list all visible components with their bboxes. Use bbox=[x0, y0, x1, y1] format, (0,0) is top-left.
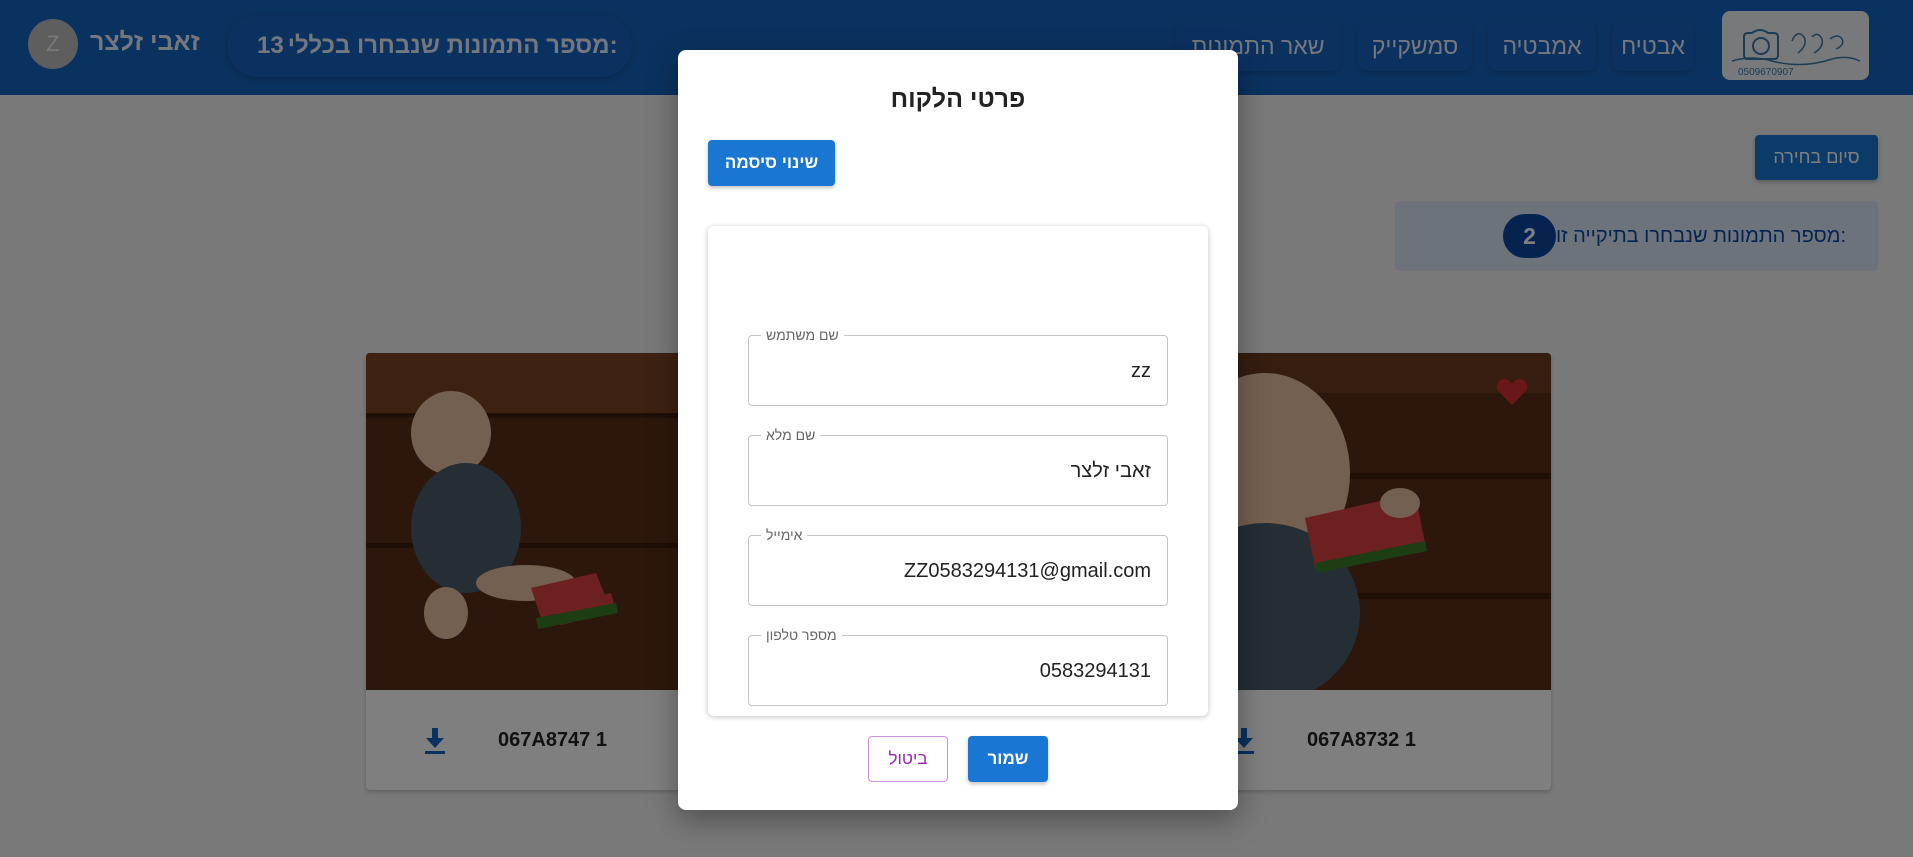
phone-field[interactable]: מספר טלפון bbox=[748, 627, 1168, 706]
full-name-field[interactable]: שם מלא bbox=[748, 427, 1168, 506]
username-input[interactable] bbox=[761, 356, 1151, 386]
cancel-button[interactable]: ביטול bbox=[868, 736, 948, 782]
username-field[interactable]: שם משתמש bbox=[748, 327, 1168, 406]
save-button[interactable]: שמור bbox=[968, 736, 1048, 782]
customer-details-dialog: פרטי הלקוח שינוי סיסמה שם משתמש שם מלא א… bbox=[678, 50, 1238, 810]
customer-form: שם משתמש שם מלא אימייל מספר טלפון bbox=[708, 226, 1208, 716]
email-field[interactable]: אימייל bbox=[748, 527, 1168, 606]
username-label: שם משתמש bbox=[761, 327, 844, 343]
change-password-button[interactable]: שינוי סיסמה bbox=[708, 140, 835, 186]
full-name-label: שם מלא bbox=[761, 427, 821, 443]
dialog-title: פרטי הלקוח bbox=[890, 85, 1026, 113]
email-input[interactable] bbox=[761, 556, 1151, 586]
phone-input[interactable] bbox=[761, 656, 1151, 686]
full-name-input[interactable] bbox=[761, 456, 1151, 486]
email-label: אימייל bbox=[761, 527, 808, 543]
phone-label: מספר טלפון bbox=[761, 627, 842, 643]
